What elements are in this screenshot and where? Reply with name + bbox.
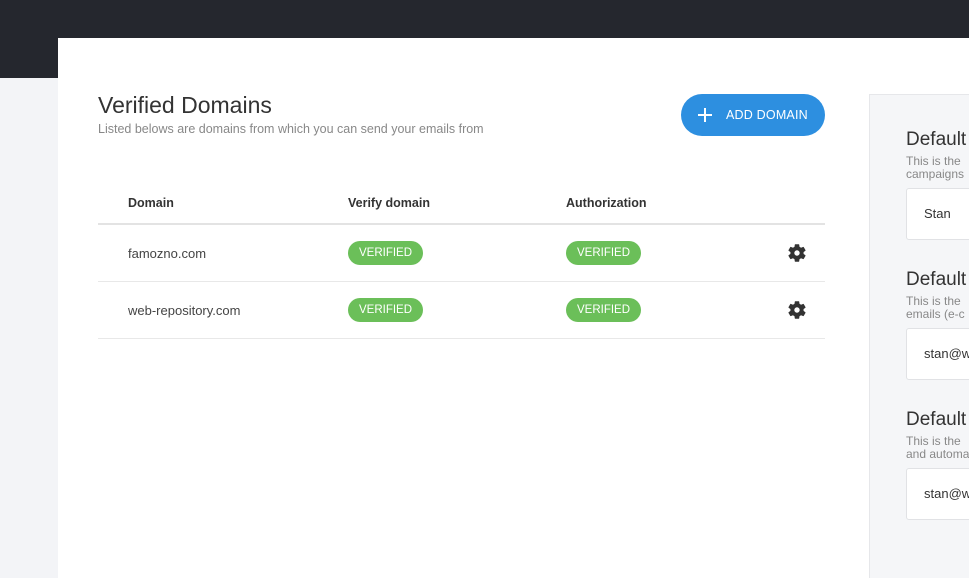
section-title: Default [906,409,967,430]
column-header-verify-domain: Verify domain [348,196,430,210]
table-header: Domain Verify domain Authorization [98,182,825,225]
description-line: campaigns [906,167,965,181]
domains-table: Domain Verify domain Authorization famoz… [98,182,825,339]
plus-icon [698,108,712,122]
page-title: Verified Domains [98,92,272,118]
default-sender-name-input[interactable]: Stan [906,188,969,240]
column-header-domain: Domain [128,196,174,210]
default-sender-email-input[interactable]: stan@w [906,328,969,380]
section-title: Default [906,129,967,150]
gear-icon[interactable] [786,299,808,321]
add-domain-label: ADD DOMAIN [726,108,808,122]
authorization-status-badge: VERIFIED [566,241,642,265]
table-row: famozno.com VERIFIED VERIFIED [98,225,825,282]
add-domain-button[interactable]: ADD DOMAIN [681,94,825,136]
default-reply-email-section: Default This is the and automa [906,409,969,461]
section-description: This is the emails (e-c [906,295,966,321]
verify-status-badge: VERIFIED [348,298,424,322]
description-line: and automa [906,447,969,461]
page-subtitle: Listed belows are domains from which you… [98,122,484,136]
defaults-sidebar: Default This is the campaigns Stan Defau… [869,94,969,578]
domain-name: famozno.com [128,246,207,261]
default-sender-email-section: Default This is the emails (e-c [906,269,966,321]
authorization-status-badge: VERIFIED [566,298,642,322]
verify-status-badge: VERIFIED [348,241,424,265]
table-row: web-repository.com VERIFIED VERIFIED [98,282,825,339]
column-header-authorization: Authorization [566,196,647,210]
gear-icon[interactable] [786,242,808,264]
section-title: Default [906,269,967,290]
default-sender-name-section: Default This is the campaigns [906,129,966,181]
description-line: emails (e-c [906,307,965,321]
domain-name: web-repository.com [128,303,241,318]
section-description: This is the and automa [906,435,969,461]
main-panel: Verified Domains Listed belows are domai… [58,38,969,578]
section-description: This is the campaigns [906,155,966,181]
default-reply-email-input[interactable]: stan@w [906,468,969,520]
